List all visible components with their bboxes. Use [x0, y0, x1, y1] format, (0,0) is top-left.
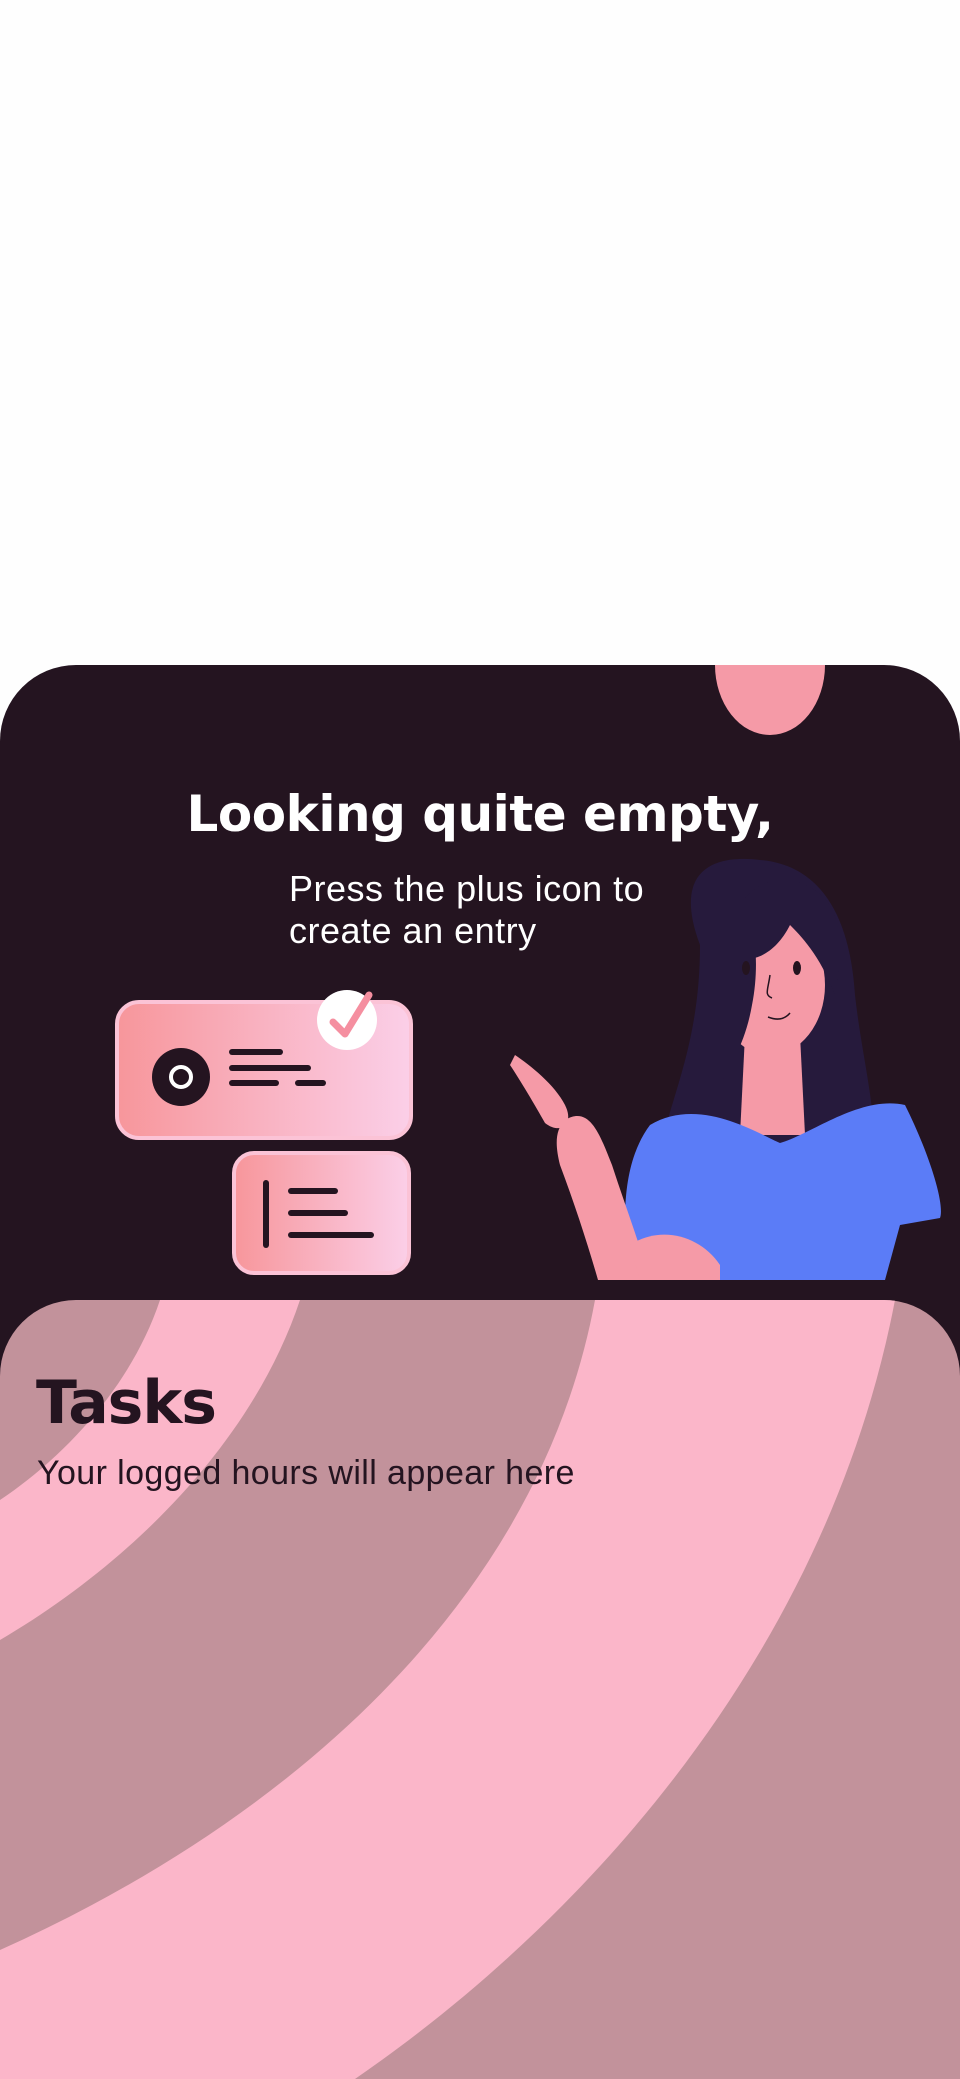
app-screen: Looking quite empty, Press the plus icon…: [0, 0, 960, 2079]
checkmark-icon: [317, 990, 377, 1050]
pointing-woman-illustration: [510, 665, 941, 1280]
empty-state-subtitle: Press the plus icon to create an entry: [289, 868, 645, 951]
tasks-sheet[interactable]: Tasks Your logged hours will appear here: [0, 1300, 960, 2079]
text-lines-icon: [232, 1151, 411, 1275]
empty-state-title: Looking quite empty,: [186, 785, 774, 843]
tasks-title: Tasks: [36, 1368, 217, 1438]
tasks-subtitle: Your logged hours will appear here: [37, 1454, 575, 1492]
